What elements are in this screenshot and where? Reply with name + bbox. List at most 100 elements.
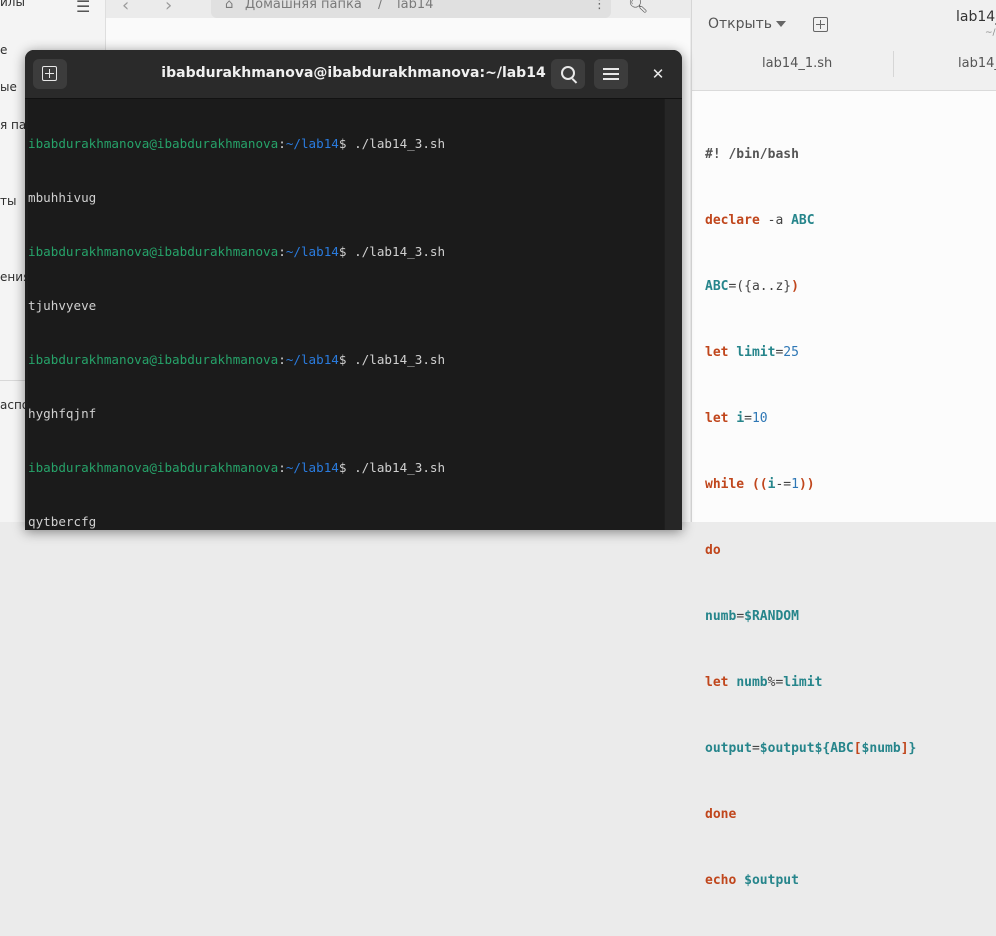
code-line: do xyxy=(705,540,916,562)
prompt-line: ibabdurakhmanova@ibabdurakhmanova:~/lab1… xyxy=(28,459,445,477)
code-token: echo xyxy=(705,873,737,888)
code-view[interactable]: #! /bin/bash declare -a ABC ABC=({a..z})… xyxy=(705,100,916,936)
code-token: while xyxy=(705,477,745,492)
menu-button[interactable] xyxy=(594,59,628,89)
search-icon[interactable]: 🔍︎ xyxy=(628,0,648,14)
code-token: ] xyxy=(900,741,909,756)
code-token: $output xyxy=(744,873,799,888)
terminal-scrollbar[interactable] xyxy=(665,99,682,530)
code-token: $numb xyxy=(861,741,901,756)
new-tab-icon xyxy=(42,66,57,81)
code-token: = xyxy=(751,741,760,756)
code-token: let xyxy=(705,345,729,360)
prompt-end: $ xyxy=(338,136,347,151)
new-document-icon[interactable] xyxy=(813,17,828,32)
tab-lab14-3[interactable]: lab14_ xyxy=(958,56,996,71)
code-token: do xyxy=(705,543,721,558)
prompt-path: ~/lab14 xyxy=(285,352,339,367)
terminal-lines: ibabdurakhmanova@ibabdurakhmanova:~/lab1… xyxy=(28,99,445,530)
code-token: (( xyxy=(751,477,768,492)
command-text: ./lab14_3.sh xyxy=(354,136,446,151)
prompt-user: ibabdurakhmanova@ibabdurakhmanova xyxy=(28,460,279,475)
close-button[interactable]: ✕ xyxy=(645,63,671,85)
code-line: let i=10 xyxy=(705,408,916,430)
code-token: = xyxy=(736,609,745,624)
code-token: output xyxy=(705,741,752,756)
kebab-menu-icon[interactable]: ⋮ xyxy=(593,0,606,12)
output-line: tjuhvyeve xyxy=(28,297,445,315)
code-token: %= xyxy=(767,675,784,690)
prompt-sep: : xyxy=(278,244,286,259)
back-arrow-icon[interactable]: ‹ xyxy=(122,0,129,16)
prompt-path: ~/lab14 xyxy=(285,136,339,151)
prompt-end: $ xyxy=(338,352,347,367)
terminal-output[interactable]: ibabdurakhmanova@ibabdurakhmanova:~/lab1… xyxy=(28,99,664,530)
editor-subtitle: ~/la xyxy=(985,28,996,38)
close-icon: ✕ xyxy=(651,65,665,83)
path-bar[interactable]: ⌂ Домашняя папка / lab14 ⋮ xyxy=(211,0,611,18)
code-token: -= xyxy=(775,477,792,492)
prompt-user: ibabdurakhmanova@ibabdurakhmanova xyxy=(28,244,279,259)
code-token: limit xyxy=(783,675,823,690)
path-home-label[interactable]: Домашняя папка xyxy=(245,0,362,12)
prompt-end: $ xyxy=(338,460,347,475)
prompt-sep: : xyxy=(278,352,286,367)
code-token: done xyxy=(705,807,737,822)
code-token: )) xyxy=(798,477,815,492)
output-text: hyghfqjnf xyxy=(28,406,97,421)
code-token: ABC xyxy=(705,279,729,294)
sidebar-item[interactable]: е xyxy=(0,43,7,57)
code-line: while ((i-=1)) xyxy=(705,474,916,496)
prompt-sep: : xyxy=(278,136,286,151)
code-token: ABC xyxy=(791,213,815,228)
code-token: 25 xyxy=(783,345,799,360)
code-token: ) xyxy=(791,279,799,294)
path-folder-label[interactable]: lab14 xyxy=(397,0,433,12)
code-token: {a..z} xyxy=(744,279,792,294)
sidebar-item[interactable]: ые xyxy=(0,80,17,94)
code-token: numb xyxy=(705,609,737,624)
code-token: limit xyxy=(736,345,776,360)
prompt-line: ibabdurakhmanova@ibabdurakhmanova:~/lab1… xyxy=(28,351,445,369)
code-line: declare -a ABC xyxy=(705,210,916,232)
code-line: let limit=25 xyxy=(705,342,916,364)
prompt-line: ibabdurakhmanova@ibabdurakhmanova:~/lab1… xyxy=(28,243,445,261)
chevron-down-icon[interactable] xyxy=(776,21,786,27)
tab-divider xyxy=(893,51,894,77)
sidebar-item[interactable]: йлы xyxy=(0,0,25,9)
code-token: let xyxy=(705,675,729,690)
open-button[interactable]: Открыть xyxy=(708,16,772,32)
code-token: } xyxy=(908,741,917,756)
code-token: #! /bin/bash xyxy=(705,147,799,162)
path-separator: / xyxy=(378,0,383,12)
sidebar-item[interactable]: ты xyxy=(0,194,16,208)
output-line: hyghfqjnf xyxy=(28,405,445,423)
code-token: [ xyxy=(853,741,862,756)
prompt-end: $ xyxy=(338,244,347,259)
code-token: =( xyxy=(728,279,745,294)
hamburger-menu-icon xyxy=(603,68,619,70)
code-token: = xyxy=(744,411,752,426)
prompt-user: ibabdurakhmanova@ibabdurakhmanova xyxy=(28,136,279,151)
sidebar-item[interactable]: я па xyxy=(0,118,26,132)
search-icon xyxy=(561,66,575,80)
output-text: mbuhhivug xyxy=(28,190,97,205)
new-tab-button[interactable] xyxy=(33,59,67,89)
code-token: 10 xyxy=(751,411,768,426)
code-token: let xyxy=(705,411,729,426)
tab-lab14-1[interactable]: lab14_1.sh xyxy=(762,56,832,71)
output-text: tjuhvyeve xyxy=(28,298,97,313)
editor-title: lab14_ xyxy=(956,9,996,25)
command-text: ./lab14_3.sh xyxy=(354,244,446,259)
code-line: echo $output xyxy=(705,870,916,892)
code-token: $RANDOM xyxy=(744,609,799,624)
terminal-titlebar[interactable]: ibabdurakhmanova@ibabdurakhmanova:~/lab1… xyxy=(25,50,682,99)
code-token: 1 xyxy=(791,477,799,492)
home-folder-icon: ⌂ xyxy=(225,0,234,12)
search-button[interactable] xyxy=(551,59,585,89)
code-token: i xyxy=(736,411,745,426)
code-line: let numb%=limit xyxy=(705,672,916,694)
forward-arrow-icon[interactable]: › xyxy=(165,0,172,16)
code-token: $output${ABC xyxy=(759,741,854,756)
hamburger-menu-icon[interactable]: ☰ xyxy=(76,0,90,16)
